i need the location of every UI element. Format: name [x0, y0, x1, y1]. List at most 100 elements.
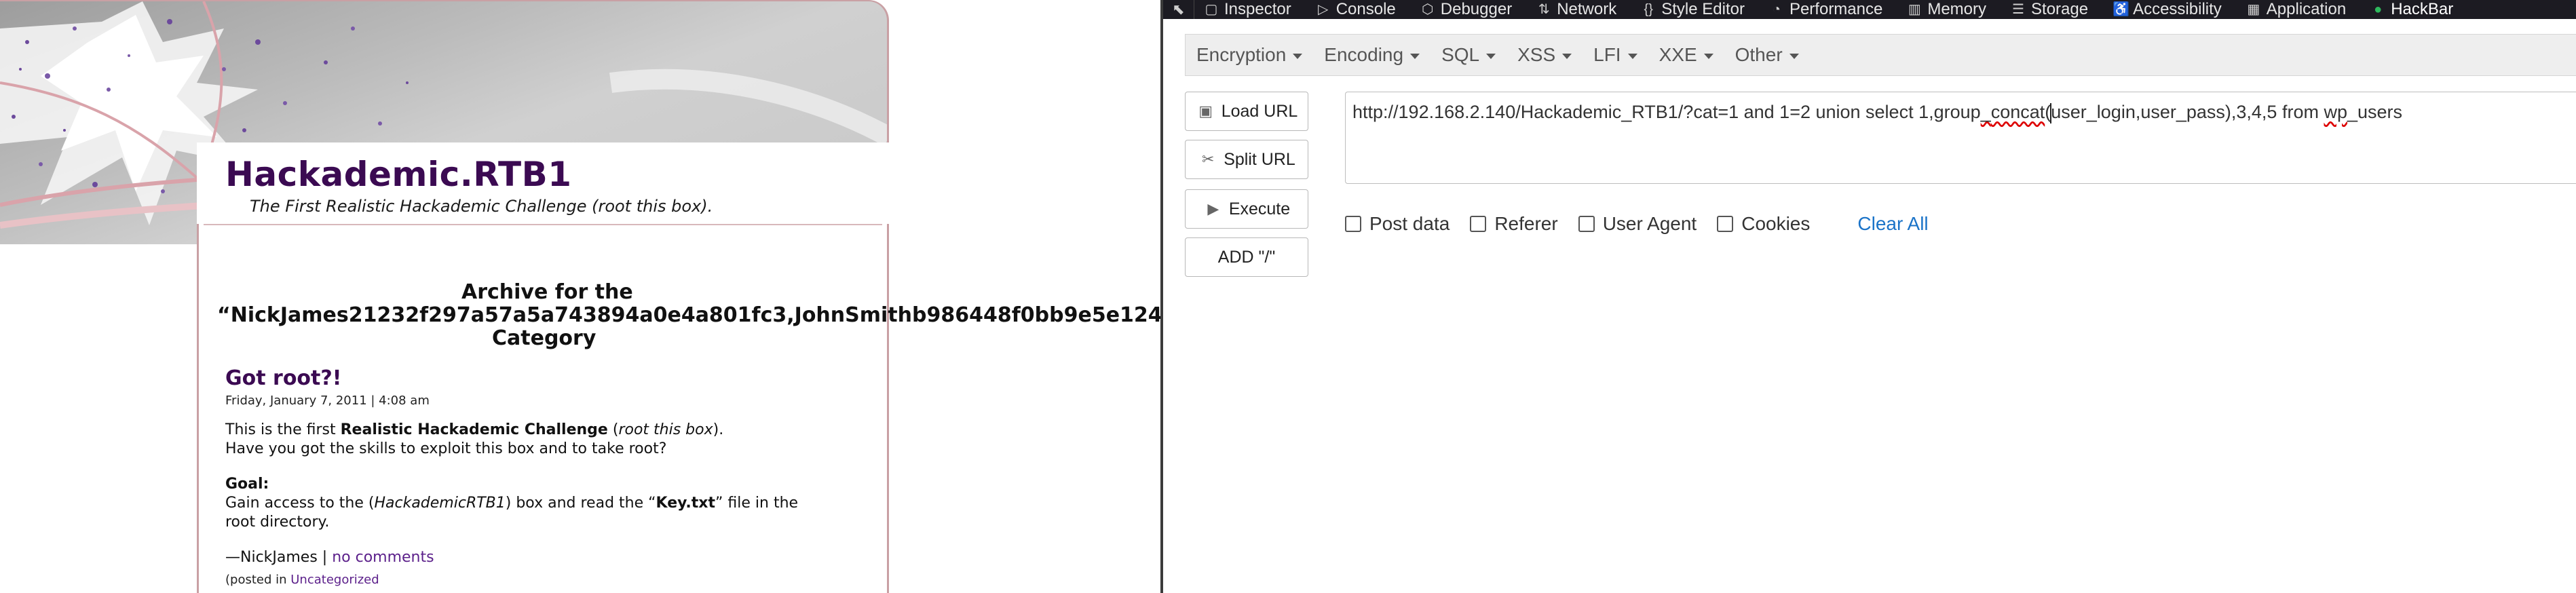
cookies-checkbox[interactable] [1717, 216, 1734, 232]
comments-link[interactable]: no comments [332, 549, 434, 566]
debugger-icon: ⬡ [1422, 2, 1434, 17]
goal-suffix: ” file in the [715, 495, 799, 512]
post-intro-suffix: ). [713, 421, 724, 438]
menu-label: Encoding [1324, 44, 1404, 65]
tab-memory[interactable]: ▥ Memory [1897, 0, 2001, 19]
referer-checkbox[interactable] [1470, 216, 1487, 232]
menu-encryption[interactable]: Encryption [1186, 34, 1313, 76]
post-intro-bold: Realistic Hackademic Challenge [340, 421, 608, 438]
console-icon: ▷ [1318, 2, 1329, 17]
menu-label: SQL [1441, 44, 1480, 65]
execute-button[interactable]: ▶ Execute [1185, 189, 1308, 229]
menu-lfi[interactable]: LFI [1583, 34, 1648, 76]
post-intro: This is the first Realistic Hackademic C… [225, 421, 723, 440]
devtools-tab-bar: ⬉ ▢ Inspector ▷ Console ⬡ Debugger ⇅ Network {} S… [1163, 0, 2576, 19]
goal-bold: Key.txt [656, 495, 716, 512]
chevron-down-icon [1562, 54, 1572, 59]
post-goal: Gain access to the (HackademicRTB1) box … [225, 494, 798, 513]
tab-hackbar[interactable]: ● HackBar [2361, 0, 2468, 19]
user-agent-option[interactable]: User Agent [1578, 213, 1697, 235]
tab-label: Accessibility [2133, 0, 2222, 18]
tab-storage[interactable]: ☰ Storage [2001, 0, 2103, 19]
split-url-button[interactable]: ✂ Split URL [1185, 140, 1308, 179]
menu-label: XSS [1517, 44, 1556, 65]
posted-in-label: (posted in [225, 573, 291, 587]
tab-style-editor[interactable]: {} Style Editor [1631, 0, 1760, 19]
goal-prefix: Gain access to the ( [225, 495, 375, 512]
post-data-label: Post data [1369, 213, 1450, 234]
performance-icon: ◔ [1772, 2, 1781, 17]
url-text-7: _users [2347, 102, 2403, 122]
split-url-icon: ✂ [1201, 151, 1215, 168]
storage-icon: ☰ [2012, 2, 2024, 17]
menu-label: LFI [1593, 44, 1621, 65]
network-icon: ⇅ [1538, 2, 1550, 17]
menu-sql[interactable]: SQL [1431, 34, 1507, 76]
post-goal-label: Goal: [225, 475, 269, 494]
menu-other[interactable]: Other [1724, 34, 1810, 76]
post-intro-line2: Have you got the skills to exploit this … [225, 440, 667, 457]
menu-xss[interactable]: XSS [1507, 34, 1583, 76]
tab-label: Performance [1789, 0, 1883, 18]
post-title[interactable]: Got root?! [225, 366, 341, 390]
add-slash-button[interactable]: ADD "/" [1185, 237, 1308, 277]
tab-application[interactable]: ▦ Application [2237, 0, 2361, 19]
split-url-label: Split URL [1224, 149, 1295, 169]
url-text-3: concat [1990, 102, 2045, 122]
post-data-option[interactable]: Post data [1345, 213, 1450, 235]
tab-label: Network [1557, 0, 1617, 18]
tab-label: Application [2266, 0, 2347, 18]
menu-label: Other [1735, 44, 1783, 65]
archive-heading-line3: Category [492, 326, 596, 350]
tab-performance[interactable]: ◔ Performance [1760, 0, 1897, 19]
element-picker-icon[interactable]: ⬉ [1163, 0, 1194, 19]
menu-encoding[interactable]: Encoding [1313, 34, 1431, 76]
cookies-option[interactable]: Cookies [1717, 213, 1810, 235]
tab-network[interactable]: ⇅ Network [1527, 0, 1631, 19]
devtools-panel: ⬉ ▢ Inspector ▷ Console ⬡ Debugger ⇅ Network {} S… [1163, 0, 2576, 593]
tab-accessibility[interactable]: ♿ Accessibility [2103, 0, 2237, 19]
url-text-5: user_login,user_pass),3,4,5 from [2051, 102, 2324, 122]
tab-label: Memory [1927, 0, 1987, 18]
url-textarea[interactable]: http://192.168.2.140/Hackademic_RTB1/?ca… [1345, 92, 2576, 184]
referer-label: Referer [1494, 213, 1558, 234]
post-data-checkbox[interactable] [1345, 216, 1361, 232]
url-text-1: http://192.168.2.140/Hackademic_RTB1/?ca… [1352, 102, 1981, 122]
load-url-button[interactable]: ▣ Load URL [1185, 92, 1308, 131]
blog-description: The First Realistic Hackademic Challenge… [250, 197, 713, 216]
add-slash-label: ADD "/" [1217, 247, 1276, 267]
tab-label: Storage [2031, 0, 2089, 18]
archive-heading: Archive for the “NickJames21232f297a57a5… [217, 280, 1160, 350]
post-date: Friday, January 7, 2011 | 4:08 am [225, 394, 430, 408]
load-url-label: Load URL [1221, 101, 1298, 121]
menu-xxe[interactable]: XXE [1648, 34, 1724, 76]
tab-inspector[interactable]: ▢ Inspector [1194, 0, 1306, 19]
url-text-6: wp [2324, 102, 2347, 122]
hackbar-menu-bar: Encryption Encoding SQL XSS LFI XXE Other [1185, 34, 2576, 76]
chevron-down-icon [1627, 54, 1637, 59]
tab-debugger[interactable]: ⬡ Debugger [1411, 0, 1527, 19]
chevron-down-icon [1293, 54, 1303, 59]
user-agent-label: User Agent [1602, 213, 1697, 234]
chevron-down-icon [1703, 54, 1713, 59]
header-divider [204, 224, 882, 225]
user-agent-checkbox[interactable] [1578, 216, 1595, 232]
post-author: —NickJames | [225, 549, 333, 566]
memory-icon: ▥ [1908, 2, 1921, 17]
menu-label: XXE [1659, 44, 1697, 65]
goal-italic: HackademicRTB1 [374, 495, 506, 512]
tab-console[interactable]: ▷ Console [1306, 0, 1411, 19]
post-intro-paren: ( [607, 421, 619, 438]
execute-icon: ▶ [1207, 200, 1219, 217]
referer-option[interactable]: Referer [1470, 213, 1558, 235]
blog-title[interactable]: Hackademic.RTB1 [225, 155, 572, 194]
clear-all-link[interactable]: Clear All [1857, 213, 1928, 235]
archive-heading-line1: Archive for the [461, 280, 633, 304]
post-intro-italic: root this box [618, 421, 713, 438]
archive-heading-line2: “NickJames21232f297a57a5a743894a0e4a801f… [217, 303, 1160, 327]
category-link[interactable]: Uncategorized [290, 573, 379, 587]
menu-label: Encryption [1196, 44, 1287, 65]
chevron-down-icon [1486, 54, 1496, 59]
post-goal-line2: root directory. [225, 514, 330, 531]
tab-label: Console [1336, 0, 1396, 18]
